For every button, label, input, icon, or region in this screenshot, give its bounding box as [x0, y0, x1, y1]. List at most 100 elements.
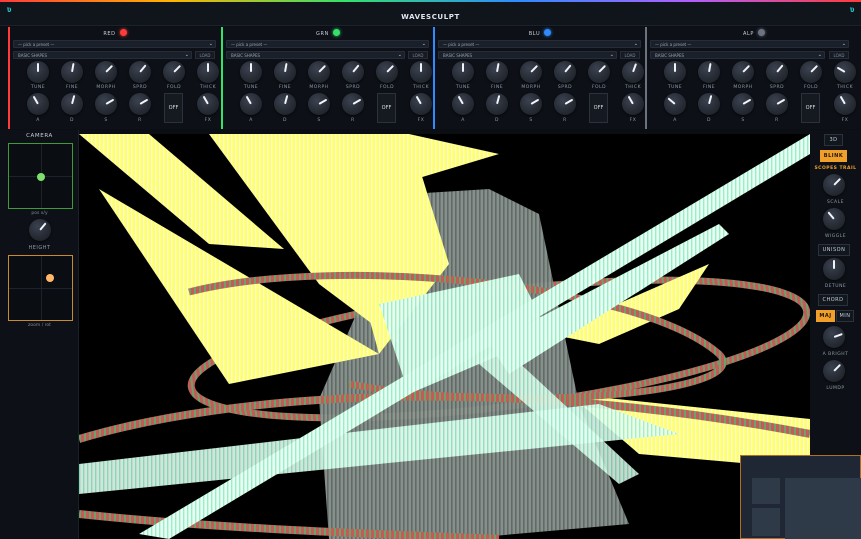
mini-preview-window[interactable] [740, 455, 861, 539]
camera-position-pad[interactable] [8, 143, 73, 209]
channel-color-dot[interactable] [332, 29, 340, 36]
a-bright-knob[interactable] [823, 326, 845, 348]
knob-label: FX [629, 118, 637, 123]
knob-label: D [283, 118, 287, 123]
load-button[interactable]: LOAD [829, 51, 849, 59]
menu-right-icon[interactable]: ʋ [847, 5, 857, 15]
load-button[interactable]: LOAD [408, 51, 428, 59]
unison-button[interactable]: UNISON [818, 244, 850, 256]
wiggle-knob[interactable] [823, 208, 845, 230]
bank-select[interactable]: BASIC SHAPES ⌄ [438, 51, 617, 59]
knob-label: FX [204, 118, 212, 123]
bank-select[interactable]: BASIC SHAPES ⌄ [13, 51, 192, 59]
knob-fold[interactable] [800, 61, 822, 83]
preset-select[interactable]: — pick a preset — ⌄ [650, 40, 849, 48]
channel-color-dot[interactable] [119, 29, 127, 36]
knob-r[interactable] [129, 93, 151, 115]
knob-r[interactable] [554, 93, 576, 115]
load-button[interactable]: LOAD [195, 51, 215, 59]
maj-button[interactable]: MAJ [816, 310, 835, 322]
3d-button[interactable]: 3D [824, 134, 843, 146]
knob-fx[interactable] [834, 93, 856, 115]
knob-d[interactable] [698, 93, 720, 115]
min-button[interactable]: MIN [836, 310, 854, 322]
fold-off-button[interactable]: OFF [377, 93, 396, 123]
a-bright-label: A BRIGHT [822, 352, 849, 357]
detune-knob[interactable] [823, 258, 845, 280]
channel-color-dot[interactable] [758, 29, 766, 36]
fold-off-button[interactable]: OFF [801, 93, 820, 123]
knob-fold[interactable] [163, 61, 185, 83]
channel-name: BLU [435, 29, 645, 39]
knob-fx[interactable] [410, 93, 432, 115]
knob-label: MORPH [309, 85, 329, 90]
bank-select[interactable]: BASIC SHAPES ⌄ [650, 51, 825, 59]
knob-fine[interactable] [61, 61, 83, 83]
fold-off-button[interactable]: OFF [589, 93, 608, 123]
fold-off-button[interactable]: OFF [164, 93, 183, 123]
knob-sprd[interactable] [342, 61, 364, 83]
lumdp-knob[interactable] [823, 360, 845, 382]
scale-knob[interactable] [823, 174, 845, 196]
chord-button[interactable]: CHORD [818, 294, 848, 306]
knob-label: FINE [702, 85, 716, 90]
knob-label: TUNE [667, 85, 683, 90]
camera-orbit-pad[interactable] [8, 255, 73, 321]
scopes-trail-label: SCOPES TRAIL [814, 166, 857, 171]
knob-d[interactable] [61, 93, 83, 115]
knob-fine[interactable] [274, 61, 296, 83]
knob-fx[interactable] [197, 93, 219, 115]
knob-a[interactable] [27, 93, 49, 115]
knob-s[interactable] [95, 93, 117, 115]
preset-select[interactable]: — pick a preset — ⌄ [438, 40, 641, 48]
knob-sprd[interactable] [129, 61, 151, 83]
knob-label: R [138, 118, 142, 123]
knob-fine[interactable] [698, 61, 720, 83]
knob-fold[interactable] [588, 61, 610, 83]
knob-a[interactable] [664, 93, 686, 115]
knob-tune[interactable] [452, 61, 474, 83]
wiggle-label: WIGGLE [824, 234, 847, 239]
knob-r[interactable] [766, 93, 788, 115]
knob-a[interactable] [240, 93, 262, 115]
knob-thick[interactable] [197, 61, 219, 83]
knob-fx[interactable] [622, 93, 644, 115]
preset-select[interactable]: — pick a preset — ⌄ [13, 40, 216, 48]
chevron-down-icon: ⌄ [633, 41, 638, 47]
knob-a[interactable] [452, 93, 474, 115]
knob-s[interactable] [308, 93, 330, 115]
blink-button[interactable]: BLINK [820, 150, 847, 162]
knob-d[interactable] [274, 93, 296, 115]
app-title: WAVESCULPT [401, 13, 460, 21]
knob-r[interactable] [342, 93, 364, 115]
knob-d[interactable] [486, 93, 508, 115]
preset-select[interactable]: — pick a preset — ⌄ [226, 40, 429, 48]
position-handle[interactable] [37, 173, 45, 181]
bank-select[interactable]: BASIC SHAPES ⌄ [226, 51, 405, 59]
knob-fold[interactable] [376, 61, 398, 83]
load-button[interactable]: LOAD [620, 51, 640, 59]
knob-s[interactable] [732, 93, 754, 115]
orbit-handle[interactable] [46, 274, 54, 282]
knob-tune[interactable] [240, 61, 262, 83]
knob-label: FINE [490, 85, 504, 90]
knob-morph[interactable] [95, 61, 117, 83]
knob-sprd[interactable] [766, 61, 788, 83]
channel-color-dot[interactable] [544, 29, 552, 36]
knob-morph[interactable] [308, 61, 330, 83]
preview-thumb [752, 478, 780, 504]
knob-morph[interactable] [520, 61, 542, 83]
knob-sprd[interactable] [554, 61, 576, 83]
knob-tune[interactable] [664, 61, 686, 83]
knob-fine[interactable] [486, 61, 508, 83]
height-knob[interactable] [29, 219, 51, 241]
knob-tune[interactable] [27, 61, 49, 83]
knob-label: A [36, 118, 40, 123]
knob-s[interactable] [520, 93, 542, 115]
knob-morph[interactable] [732, 61, 754, 83]
knob-label: MORPH [733, 85, 753, 90]
scope-viewport[interactable] [79, 134, 810, 539]
knob-thick[interactable] [410, 61, 432, 83]
knob-thick[interactable] [622, 61, 644, 83]
knob-thick[interactable] [834, 61, 856, 83]
